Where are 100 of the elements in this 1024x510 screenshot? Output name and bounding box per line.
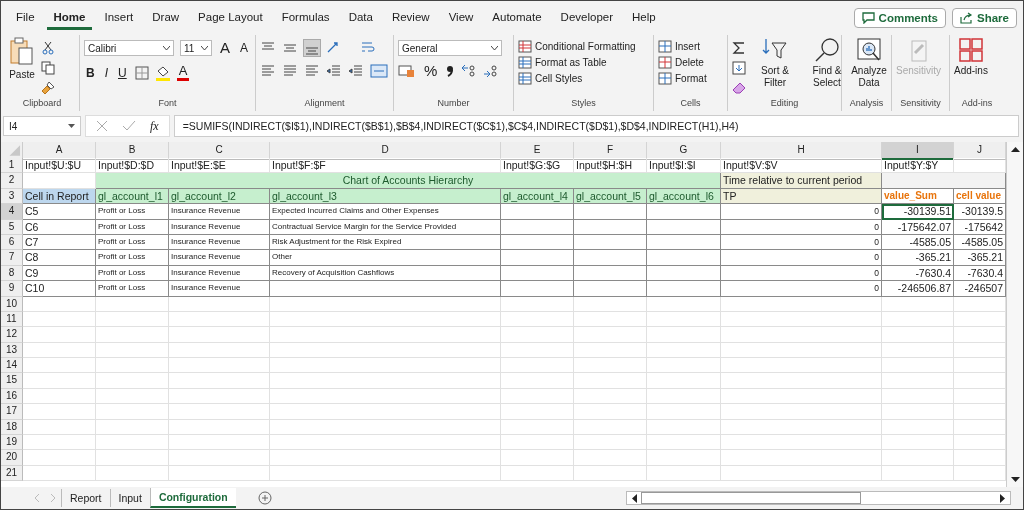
table-cell: C6	[23, 219, 96, 235]
accounting-icon[interactable]	[398, 64, 416, 78]
grow-font-button[interactable]: A	[218, 41, 232, 55]
table-cell: Time relative to current period	[721, 173, 882, 189]
sigma-icon[interactable]	[732, 41, 746, 55]
group-label: Sensitivity	[899, 98, 942, 110]
row-header[interactable]: 15	[1, 373, 23, 389]
copy-icon[interactable]	[41, 61, 55, 75]
row-header[interactable]: 2	[1, 173, 23, 189]
table-cell: Expected Incurred Claims and Other Expenses	[270, 204, 501, 220]
group-label: Add-ins	[960, 98, 994, 110]
ribbon-tab[interactable]: Review	[384, 6, 437, 30]
up-arrow-icon[interactable]	[1010, 146, 1020, 152]
column-header[interactable]: I	[882, 142, 954, 160]
table-cell: C10	[23, 281, 96, 297]
group-label: Styles	[570, 98, 597, 110]
shrink-font-button[interactable]: A	[238, 41, 251, 55]
row-header[interactable]: 17	[1, 404, 23, 420]
row-header[interactable]: 12	[1, 327, 23, 343]
table-grid-icon	[518, 56, 532, 69]
table-cell: Insurance Revenue	[169, 204, 270, 220]
align-icon[interactable]	[326, 64, 342, 78]
sheet-tab[interactable]: Report	[61, 489, 110, 507]
group-label: Clipboard	[21, 98, 63, 110]
row-header[interactable]: 14	[1, 358, 23, 374]
font-color-button[interactable]: A	[176, 64, 190, 81]
fill-bucket-icon[interactable]	[154, 64, 171, 81]
table-cell: C8	[23, 250, 96, 266]
left-arrow-icon[interactable]	[631, 493, 637, 503]
search-icon	[814, 37, 840, 63]
percent-button[interactable]: %	[422, 64, 440, 78]
ribbon-tab[interactable]: Help	[625, 6, 663, 30]
table-cell: -175642.07	[882, 219, 954, 235]
formula-field[interactable]: =SUMIFS(INDIRECT($I$1),INDIRECT($B$1),$B$4,INDIRECT($C$1),$C$4,INDIRECT($D$1),$D$4,INDIRECT(H1),H4)	[173, 115, 1019, 137]
name-box[interactable]: I4	[3, 116, 81, 136]
paste-button[interactable]: Paste	[9, 37, 35, 81]
ribbon-tab[interactable]: View	[441, 6, 481, 30]
comment-icon	[861, 12, 875, 24]
row-header[interactable]: 4	[1, 204, 23, 220]
cells-menu-button[interactable]: Format	[658, 72, 707, 85]
ribbon-tab[interactable]: Draw	[145, 6, 187, 30]
table-cell: Other	[270, 250, 501, 266]
table-cell: Profit or Loss	[96, 250, 169, 266]
group-label: Analysis	[848, 98, 885, 110]
ribbon-tab[interactable]: Formulas	[274, 6, 337, 30]
table-cell: 0	[721, 219, 882, 235]
paintbrush-icon[interactable]	[41, 81, 55, 95]
comma-style-icon[interactable]	[445, 64, 456, 78]
increase-decimal-icon[interactable]	[461, 64, 478, 78]
ribbon-tab[interactable]: File	[9, 6, 42, 30]
table-grid-icon	[658, 72, 672, 85]
styles-menu-button[interactable]: Cell Styles	[518, 72, 583, 85]
styles-menu-button[interactable]: Conditional Formatting	[518, 40, 636, 53]
table-cell: 0	[721, 204, 882, 220]
bold-button[interactable]: B	[84, 65, 97, 80]
table-cell: -365.21	[882, 250, 954, 266]
italic-button[interactable]: I	[102, 65, 110, 80]
font-name-dropdown[interactable]: Calibri	[84, 40, 174, 56]
insert-function-button[interactable]: fx	[150, 118, 159, 134]
row-header[interactable]: 9	[1, 281, 23, 297]
fill-down-icon[interactable]	[732, 61, 746, 75]
borders-icon[interactable]	[134, 65, 149, 80]
ribbon-tab[interactable]: Developer	[553, 6, 620, 30]
scissors-icon[interactable]	[41, 41, 55, 55]
add-ins-button[interactable]: Add-ins	[954, 37, 988, 77]
down-arrow-icon[interactable]	[1010, 477, 1020, 483]
ribbon-tab[interactable]: Automate	[485, 6, 549, 30]
checkmark-icon[interactable]	[122, 120, 136, 132]
table-grid-icon	[518, 40, 532, 53]
add-sheet-icon[interactable]	[257, 491, 272, 505]
table-cell: Insurance Revenue	[169, 281, 270, 297]
font-size-dropdown[interactable]: 11	[180, 40, 212, 56]
cells-menu-button[interactable]: Insert	[658, 40, 700, 53]
eraser-icon[interactable]	[732, 81, 746, 95]
horizontal-scrollbar[interactable]	[626, 491, 1011, 505]
comments-button[interactable]: Comments	[853, 8, 947, 28]
share-button[interactable]: Share	[952, 8, 1017, 28]
number-format-dropdown[interactable]: General	[398, 40, 502, 56]
ribbon-tab[interactable]: Home	[46, 6, 93, 30]
ribbon-tab[interactable]: Insert	[97, 6, 141, 30]
row-header[interactable]: 20	[1, 450, 23, 466]
styles-menu-button[interactable]: Format as Table	[518, 56, 607, 69]
sheet-tab[interactable]: Configuration	[149, 488, 236, 508]
right-arrow-icon[interactable]	[1000, 493, 1006, 503]
decrease-decimal-icon[interactable]	[483, 64, 500, 78]
cells-menu-button[interactable]: Delete	[658, 56, 704, 69]
sort-filter-button[interactable]: Sort & Filter	[752, 37, 798, 89]
align-icon[interactable]	[348, 64, 364, 78]
row-header[interactable]: 7	[1, 250, 23, 266]
row-header[interactable]: 1	[1, 158, 23, 174]
table-grid-icon	[658, 40, 672, 53]
table-grid-icon	[658, 56, 672, 69]
ribbon-tab[interactable]: Data	[341, 6, 380, 30]
row-header[interactable]: 19	[1, 435, 23, 451]
sheet-tab[interactable]: Input	[109, 489, 150, 507]
table-cell: Insurance Revenue	[169, 250, 270, 266]
vertical-scrollbar[interactable]	[1006, 142, 1023, 487]
underline-button[interactable]: U	[116, 65, 129, 80]
ribbon-tab[interactable]: Page Layout	[191, 6, 270, 30]
table-cell: Profit or Loss	[96, 281, 169, 297]
